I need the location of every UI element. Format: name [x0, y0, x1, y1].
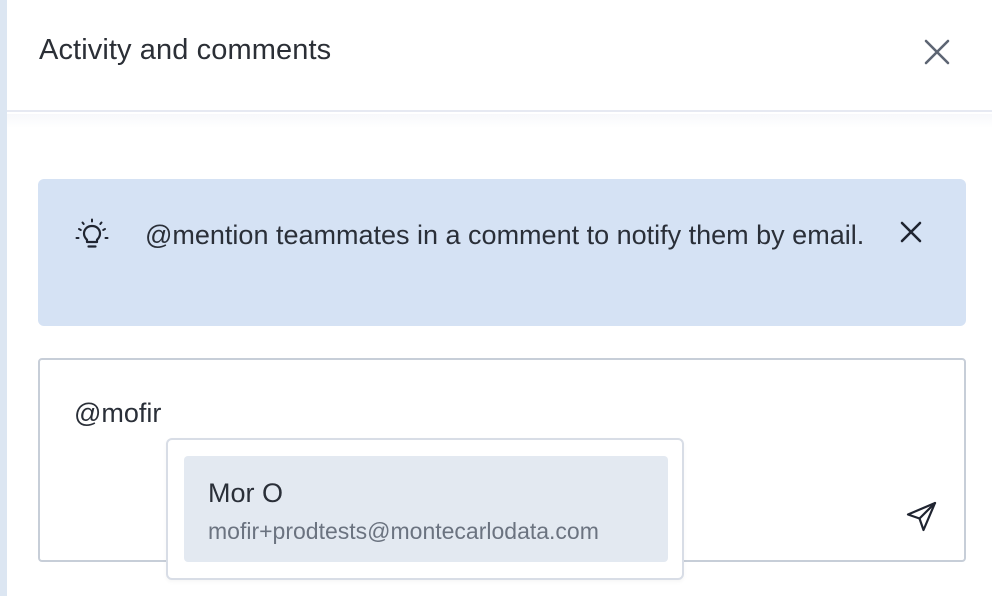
- panel-header: Activity and comments: [7, 0, 992, 112]
- close-icon: [924, 39, 950, 65]
- lightbulb-icon: [74, 217, 110, 253]
- send-icon: [906, 501, 937, 532]
- close-icon: [900, 221, 922, 243]
- comment-input-value: @mofir: [74, 398, 162, 428]
- mention-user-email: mofir+prodtests@montecarlodata.com: [208, 518, 599, 544]
- dismiss-tip-button[interactable]: [896, 217, 926, 247]
- header-shadow: [7, 114, 992, 128]
- tip-message: @mention teammates in a comment to notif…: [145, 220, 865, 250]
- activity-panel: Activity and comments @mention teammates…: [7, 0, 992, 596]
- close-panel-button[interactable]: [919, 34, 955, 70]
- panel-left-edge: [0, 0, 7, 596]
- mention-tip-banner: @mention teammates in a comment to notif…: [38, 179, 966, 326]
- panel-title: Activity and comments: [39, 34, 332, 66]
- send-comment-button[interactable]: [904, 498, 940, 534]
- mention-suggestion-item[interactable]: Mor O mofir+prodtests@montecarlodata.com: [184, 456, 668, 562]
- mention-user-name: Mor O: [208, 478, 284, 508]
- mention-suggestions-popup: Mor O mofir+prodtests@montecarlodata.com: [166, 438, 684, 580]
